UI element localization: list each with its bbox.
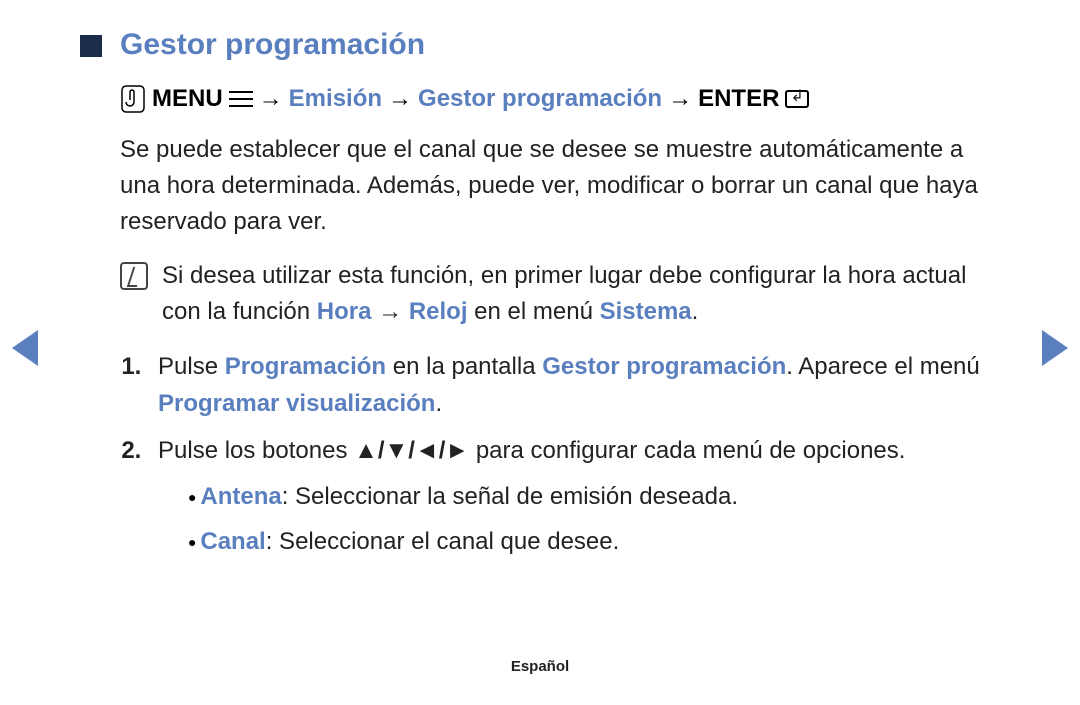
path-gestor: Gestor programación <box>418 85 662 113</box>
enter-label: ENTER <box>698 85 779 113</box>
bullet-antena: Antena: Seleccionar la señal de emisión … <box>188 478 1000 515</box>
note-text: Si desea utilizar esta función, en prime… <box>162 258 1000 330</box>
menu-label: MENU <box>152 85 223 113</box>
touch-icon <box>120 84 146 114</box>
path-arrow: → <box>388 85 412 113</box>
path-arrow: → <box>668 85 692 113</box>
next-page-arrow[interactable] <box>1042 330 1068 366</box>
section-bullet-icon <box>80 35 102 57</box>
nav-arrows-text: ▲/▼/◄/► <box>354 437 469 464</box>
path-emision: Emisión <box>289 85 382 113</box>
bullet-canal: Canal: Seleccionar el canal que desee. <box>188 523 1000 560</box>
intro-text: Se puede establecer que el canal que se … <box>120 132 1000 240</box>
menu-icon <box>229 91 253 107</box>
footer-language: Español <box>0 658 1080 675</box>
note-icon <box>120 262 148 290</box>
page-title: Gestor programación <box>120 28 425 62</box>
breadcrumb: MENU → Emisión → Gestor programación → E… <box>120 84 1000 114</box>
step-1: Pulse Programación en la pantalla Gestor… <box>148 348 1000 422</box>
enter-icon <box>785 90 809 108</box>
step-2: Pulse los botones ▲/▼/◄/► para configura… <box>148 432 1000 560</box>
path-arrow: → <box>259 85 283 113</box>
prev-page-arrow[interactable] <box>12 330 38 366</box>
